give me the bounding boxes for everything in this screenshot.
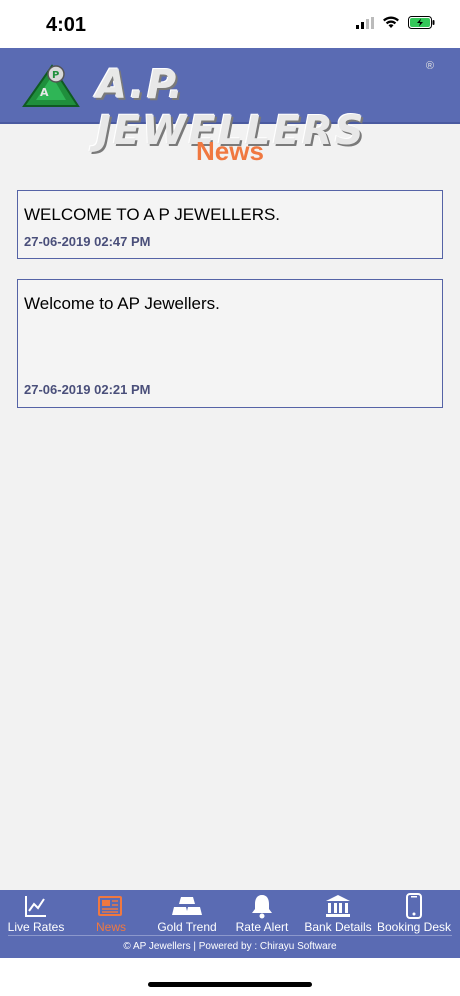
newspaper-icon xyxy=(98,896,122,916)
bottom-tab-bar: Live Rates News Gold Trend Rate Alert Ba… xyxy=(0,890,460,958)
tab-gold-trend[interactable]: Gold Trend xyxy=(154,890,220,934)
news-item[interactable]: Welcome to AP Jewellers. 27-06-2019 02:2… xyxy=(17,279,443,408)
tab-divider xyxy=(8,935,452,936)
tab-label: Rate Alert xyxy=(235,920,289,934)
bank-icon xyxy=(326,895,350,917)
svg-text:A: A xyxy=(40,86,49,99)
page-title: News xyxy=(196,136,264,166)
tab-label: Live Rates xyxy=(7,920,65,934)
news-list: WELCOME TO A P JEWELLERS. 27-06-2019 02:… xyxy=(17,190,443,428)
tab-booking-desk[interactable]: Booking Desk xyxy=(376,890,452,934)
wifi-icon xyxy=(383,16,399,28)
home-indicator-area xyxy=(0,958,460,996)
chart-icon xyxy=(25,896,46,917)
ap-logo-icon: P A xyxy=(22,64,80,107)
tab-rate-alert[interactable]: Rate Alert xyxy=(234,890,290,934)
status-icons xyxy=(356,16,436,29)
news-text: Welcome to AP Jewellers. xyxy=(24,294,220,313)
svg-text:P: P xyxy=(52,70,59,81)
tab-news[interactable]: News xyxy=(88,890,134,934)
home-indicator[interactable] xyxy=(148,982,312,987)
tab-live-rates[interactable]: Live Rates xyxy=(6,890,66,934)
news-text: WELCOME TO A P JEWELLERS. xyxy=(24,205,281,224)
app-header: P A A.P. JEWELLERS ® xyxy=(0,48,460,154)
tab-label: Gold Trend xyxy=(157,920,217,934)
registered-mark: ® xyxy=(425,60,434,72)
tab-bank-details[interactable]: Bank Details xyxy=(304,890,372,934)
bell-icon xyxy=(252,895,272,919)
phone-icon xyxy=(406,893,422,919)
tab-label: Booking Desk xyxy=(376,920,452,934)
status-time: 4:01 xyxy=(46,14,87,36)
news-date: 27-06-2019 02:21 PM xyxy=(24,382,151,397)
status-bar: 4:01 xyxy=(0,0,460,48)
news-item[interactable]: WELCOME TO A P JEWELLERS. 27-06-2019 02:… xyxy=(17,190,443,259)
footer-credit: © AP Jewellers | Powered by : Chirayu So… xyxy=(123,941,337,952)
gold-bars-icon xyxy=(172,897,202,915)
tab-label: News xyxy=(95,920,126,934)
tab-label: Bank Details xyxy=(304,920,372,934)
cellular-signal-icon xyxy=(356,16,374,29)
battery-charging-icon xyxy=(408,16,435,29)
news-date: 27-06-2019 02:47 PM xyxy=(24,234,151,249)
